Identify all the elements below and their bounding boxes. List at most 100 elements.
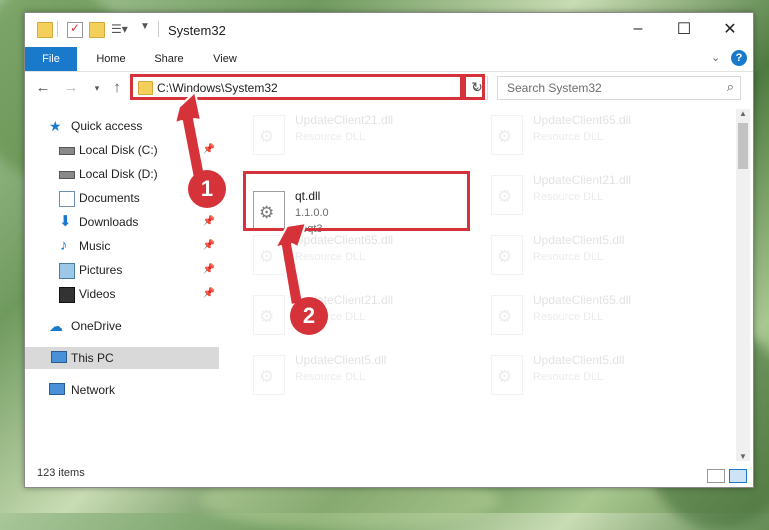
- nav-downloads[interactable]: ⬇ Downloads 📌: [59, 211, 219, 233]
- dll-file-icon: ⚙: [491, 355, 523, 395]
- pin-icon[interactable]: 📌: [203, 283, 215, 305]
- divider: [57, 21, 58, 37]
- music-icon: ♪: [60, 237, 68, 254]
- network-icon: [49, 383, 65, 395]
- nav-videos[interactable]: Videos 📌: [59, 283, 219, 305]
- videos-icon: [59, 287, 75, 303]
- star-icon: ★: [49, 118, 62, 134]
- details-view-icon[interactable]: [707, 469, 725, 483]
- pictures-icon: [59, 263, 75, 279]
- download-icon: ⬇: [59, 213, 72, 230]
- file-item[interactable]: ⚙ UpdateClient65.dll Resource DLL: [483, 289, 713, 343]
- dll-file-icon: ⚙: [491, 235, 523, 275]
- chevron-down-icon[interactable]: ▼: [140, 21, 150, 32]
- file-name: UpdateClient21.dll: [295, 113, 394, 127]
- status-item-count: 123 items: [37, 467, 85, 479]
- dll-file-icon: ⚙: [253, 355, 285, 395]
- file-type: Resource DLL: [533, 191, 604, 203]
- nav-label: Local Disk (D:): [79, 167, 158, 181]
- window-title: System32: [168, 23, 226, 38]
- pin-icon[interactable]: 📌: [203, 139, 215, 161]
- scroll-down-icon[interactable]: ▼: [739, 452, 747, 461]
- file-item[interactable]: ⚙ UpdateClient5.dll Resource DLL: [483, 349, 713, 403]
- tab-file[interactable]: File: [25, 47, 77, 71]
- file-type: Resource DLL: [295, 251, 366, 263]
- file-type: Resource DLL: [295, 131, 366, 143]
- file-item[interactable]: ⚙ UpdateClient21.dll Resource DLL: [483, 169, 713, 223]
- step-marker-2: 2: [290, 297, 328, 335]
- nav-label: Documents: [79, 191, 140, 205]
- tab-share[interactable]: Share: [143, 47, 195, 71]
- dll-file-icon: ⚙: [491, 175, 523, 215]
- properties-icon[interactable]: ✓: [67, 21, 83, 38]
- file-type: Resource DLL: [533, 251, 604, 263]
- customize-toolbar-icon[interactable]: ☰▾: [111, 22, 128, 36]
- search-icon[interactable]: ⌕: [727, 79, 734, 95]
- folder-icon: [37, 22, 53, 38]
- scrollbar-thumb[interactable]: [738, 123, 748, 169]
- file-item[interactable]: ⚙ UpdateClient21.dll Resource DLL: [245, 109, 475, 163]
- nav-label: Videos: [79, 287, 116, 301]
- dll-file-icon: ⚙: [253, 115, 285, 155]
- tiles-view-icon[interactable]: [729, 469, 747, 483]
- pin-icon[interactable]: 📌: [203, 259, 215, 281]
- file-item[interactable]: ⚙ UpdateClient5.dll Resource DLL: [245, 349, 475, 403]
- nav-onedrive[interactable]: ☁ OneDrive: [49, 315, 219, 337]
- nav-quick-access[interactable]: ★ Quick access: [49, 115, 219, 137]
- step-marker-1: 1: [188, 170, 226, 208]
- file-name: UpdateClient5.dll: [295, 353, 387, 367]
- recent-locations-icon[interactable]: ▾: [87, 78, 107, 98]
- pin-icon[interactable]: 📌: [203, 235, 215, 257]
- file-name: UpdateClient5.dll: [533, 233, 625, 247]
- nav-label: Network: [71, 383, 116, 397]
- file-type: Resource DLL: [533, 311, 604, 323]
- search-placeholder: Search System32: [507, 81, 602, 95]
- dll-file-icon: ⚙: [253, 295, 285, 335]
- nav-music[interactable]: ♪ Music 📌: [59, 235, 219, 257]
- close-button[interactable]: ✕: [707, 13, 753, 45]
- cloud-icon: ☁: [49, 318, 63, 334]
- pin-icon[interactable]: 📌: [203, 211, 215, 233]
- up-button[interactable]: ↑: [107, 78, 127, 98]
- maximize-button[interactable]: ☐: [661, 13, 707, 45]
- file-highlight-box: [243, 171, 470, 231]
- vertical-scrollbar[interactable]: ▲ ▼: [736, 109, 750, 461]
- minimize-button[interactable]: –: [615, 13, 661, 45]
- file-name: UpdateClient5.dll: [533, 353, 625, 367]
- search-input[interactable]: Search System32 ⌕: [497, 76, 741, 100]
- nav-network[interactable]: Network: [49, 379, 219, 401]
- file-item[interactable]: ⚙ UpdateClient21.dll Resource DLL: [245, 289, 475, 343]
- nav-label: OneDrive: [71, 319, 122, 333]
- new-folder-icon[interactable]: [89, 22, 105, 38]
- drive-icon: [59, 147, 75, 155]
- expand-ribbon-icon[interactable]: ⌄: [711, 51, 720, 64]
- forward-button[interactable]: →: [61, 78, 81, 98]
- file-item[interactable]: ⚙ UpdateClient5.dll Resource DLL: [483, 229, 713, 283]
- back-button[interactable]: ←: [33, 78, 53, 98]
- tab-home[interactable]: Home: [85, 47, 137, 71]
- computer-icon: [51, 351, 67, 363]
- address-highlight-box: [130, 74, 463, 100]
- file-item[interactable]: ⚙ UpdateClient65.dll Resource DLL: [483, 109, 713, 163]
- nav-label: This PC: [71, 351, 114, 365]
- nav-local-disk-c[interactable]: Local Disk (C:) 📌: [59, 139, 219, 161]
- nav-label: Pictures: [79, 263, 123, 277]
- divider: [158, 21, 159, 37]
- file-list: ⚙ UpdateClient21.dll Resource DLL ⚙ Upda…: [237, 109, 737, 461]
- nav-label: Local Disk (C:): [79, 143, 158, 157]
- navigation-pane: ★ Quick access Local Disk (C:) 📌 Local D…: [25, 109, 221, 461]
- dll-file-icon: ⚙: [253, 235, 285, 275]
- drive-icon: [59, 171, 75, 179]
- nav-label: Downloads: [79, 215, 139, 229]
- nav-this-pc[interactable]: This PC: [25, 347, 219, 369]
- file-type: Resource DLL: [533, 131, 604, 143]
- nav-pictures[interactable]: Pictures 📌: [59, 259, 219, 281]
- help-icon[interactable]: ?: [731, 50, 747, 66]
- file-type: Resource DLL: [533, 371, 604, 383]
- refresh-highlight-box: [463, 74, 485, 100]
- nav-label: Quick access: [71, 119, 143, 133]
- nav-label: Music: [79, 239, 111, 253]
- tab-view[interactable]: View: [199, 47, 251, 71]
- scroll-up-icon[interactable]: ▲: [739, 109, 747, 118]
- file-type: Resource DLL: [295, 371, 366, 383]
